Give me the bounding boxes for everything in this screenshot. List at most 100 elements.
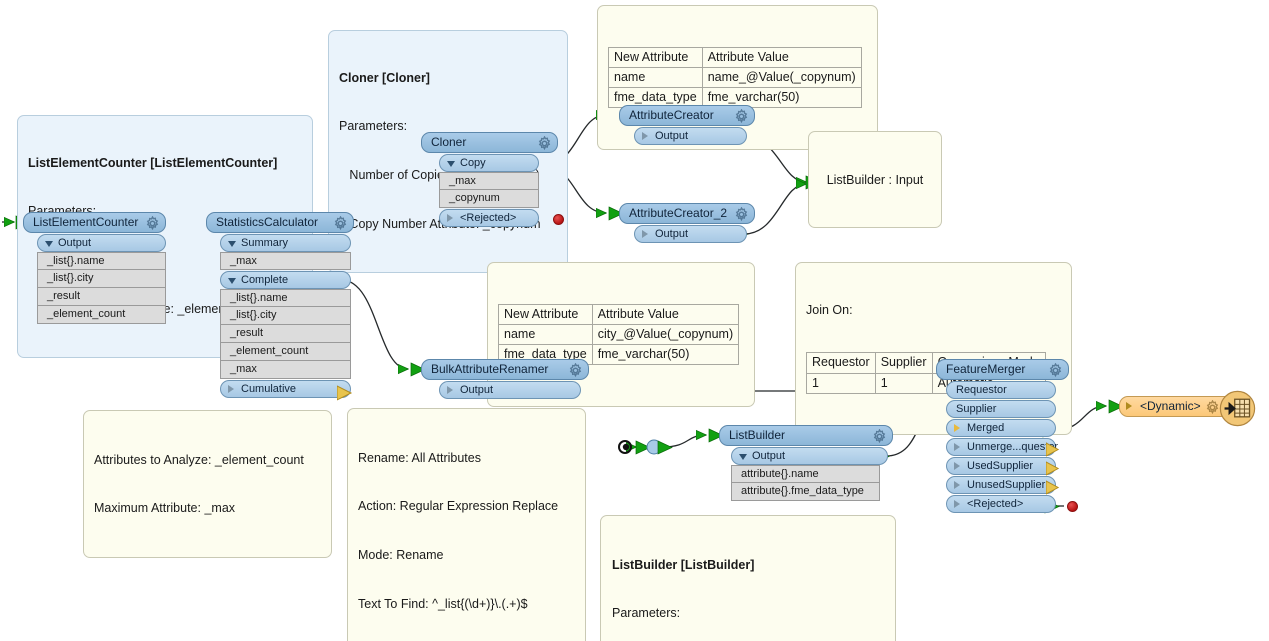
port-output[interactable]: Output bbox=[37, 234, 166, 252]
port-output[interactable]: Output bbox=[634, 127, 747, 145]
table-cell: 1 bbox=[806, 372, 876, 394]
attribute-row: _max bbox=[220, 361, 351, 379]
table-cell: city_@Value(_copynum) bbox=[591, 323, 740, 346]
chevron-right-icon bbox=[228, 385, 234, 393]
node-title: <Dynamic> bbox=[1140, 399, 1201, 413]
gear-icon[interactable] bbox=[734, 207, 749, 222]
attribute-label: attribute{}.name bbox=[741, 468, 819, 480]
node-header[interactable]: AttributeCreator_2 bbox=[619, 203, 755, 224]
port-cumulative[interactable]: Cumulative bbox=[220, 380, 351, 398]
attribute-label: _list{}.city bbox=[230, 309, 277, 321]
attribute-row: attribute{}.fme_data_type bbox=[731, 483, 880, 501]
gear-icon[interactable] bbox=[734, 109, 749, 124]
port-requestor[interactable]: Requestor bbox=[946, 381, 1056, 399]
table-header-cell: Requestor bbox=[806, 352, 876, 374]
node-header[interactable]: ListBuilder bbox=[719, 425, 893, 446]
node-header[interactable]: AttributeCreator bbox=[619, 105, 755, 126]
gear-icon[interactable] bbox=[1048, 363, 1063, 378]
node-cloner[interactable]: Cloner Copy _max _copynum <Rejected> bbox=[421, 132, 558, 227]
attribute-row: _element_count bbox=[37, 306, 166, 324]
node-attribute-creator[interactable]: AttributeCreator Output bbox=[619, 105, 755, 145]
rejected-terminator-feature-merger bbox=[1067, 501, 1078, 512]
port-label: <Rejected> bbox=[967, 498, 1024, 510]
attribute-label: _max bbox=[230, 255, 257, 267]
port-label: <Rejected> bbox=[460, 212, 517, 224]
annotation-title: ListElementCounter [ListElementCounter] bbox=[28, 155, 278, 170]
node-header[interactable]: ListElementCounter bbox=[23, 212, 166, 233]
gear-icon[interactable] bbox=[537, 136, 552, 151]
node-header[interactable]: FeatureMerger bbox=[936, 359, 1069, 380]
node-bulk-attribute-renamer[interactable]: BulkAttributeRenamer Output bbox=[421, 359, 589, 399]
attribute-row: _max bbox=[439, 172, 539, 190]
table-cell: name bbox=[608, 66, 703, 89]
attribute-row: _list{}.name bbox=[37, 252, 166, 270]
port-rejected[interactable]: <Rejected> bbox=[439, 209, 539, 227]
attribute-row: attribute{}.name bbox=[731, 465, 880, 483]
port-unused-supplier[interactable]: UnusedSupplier bbox=[946, 476, 1056, 494]
annotation-line: Mode: Rename bbox=[358, 548, 444, 562]
port-merged[interactable]: Merged bbox=[946, 419, 1056, 437]
node-header[interactable]: Cloner bbox=[421, 132, 558, 153]
port-output[interactable]: Output bbox=[634, 225, 747, 243]
gear-icon[interactable] bbox=[568, 363, 583, 378]
chevron-right-icon bbox=[447, 386, 453, 394]
port-complete[interactable]: Complete bbox=[220, 271, 351, 289]
port-unmerged-requestor[interactable]: Unmerge...questor bbox=[946, 438, 1058, 456]
port-label: UsedSupplier bbox=[967, 460, 1034, 472]
table-cell: name bbox=[498, 323, 593, 346]
annotation-title: ListBuilder [ListBuilder] bbox=[612, 557, 755, 572]
unmerged-requestor-output-arrow-icon bbox=[1046, 442, 1060, 457]
node-attribute-creator-2[interactable]: AttributeCreator_2 Output bbox=[619, 203, 755, 243]
gear-icon[interactable] bbox=[333, 216, 348, 231]
port-label: Output bbox=[655, 130, 689, 142]
table-header-cell: Attribute Value bbox=[701, 46, 862, 68]
port-supplier[interactable]: Supplier bbox=[946, 400, 1056, 418]
chevron-right-icon bbox=[954, 424, 960, 432]
node-header[interactable]: BulkAttributeRenamer bbox=[421, 359, 589, 380]
port-used-supplier[interactable]: UsedSupplier bbox=[946, 457, 1056, 475]
node-title: StatisticsCalculator bbox=[216, 215, 319, 229]
gear-icon[interactable] bbox=[1205, 400, 1220, 415]
gear-icon[interactable] bbox=[145, 216, 160, 231]
node-title: BulkAttributeRenamer bbox=[431, 362, 549, 376]
table-header-cell: New Attribute bbox=[498, 303, 593, 325]
table-header-row: New Attribute Attribute Value bbox=[608, 46, 862, 68]
port-rejected[interactable]: <Rejected> bbox=[946, 495, 1056, 513]
port-label: Summary bbox=[241, 237, 289, 249]
node-title: FeatureMerger bbox=[946, 362, 1026, 376]
port-label: Requestor bbox=[956, 384, 1007, 396]
table-cell: 1 bbox=[874, 372, 933, 394]
workspace-canvas: ListElementCounter [ListElementCounter] … bbox=[0, 0, 1269, 641]
port-label: Cumulative bbox=[241, 383, 297, 395]
port-summary[interactable]: Summary bbox=[220, 234, 351, 252]
attribute-row: _copynum bbox=[439, 190, 539, 208]
node-dynamic-writer[interactable]: <Dynamic> bbox=[1119, 390, 1256, 427]
attribute-label: _element_count bbox=[230, 345, 309, 357]
annotation-line: Action: Regular Expression Replace bbox=[358, 499, 559, 514]
gear-icon[interactable] bbox=[872, 429, 887, 444]
port-label: Supplier bbox=[956, 403, 997, 415]
table-row: name name_@Value(_copynum) bbox=[608, 66, 862, 89]
cumulative-output-arrow-icon bbox=[337, 385, 353, 401]
node-statistics-calculator[interactable]: StatisticsCalculator Summary _max Comple… bbox=[206, 212, 354, 401]
unused-supplier-output-arrow-icon bbox=[1046, 480, 1060, 495]
attribute-label: _max bbox=[449, 175, 476, 187]
port-output[interactable]: Output bbox=[439, 381, 581, 399]
node-list-builder[interactable]: ListBuilder Output attribute{}.name attr… bbox=[719, 425, 893, 501]
chevron-down-icon bbox=[228, 278, 236, 284]
port-label: Output bbox=[655, 228, 689, 240]
attribute-label: _element_count bbox=[47, 308, 126, 320]
table-cell: fme_varchar(50) bbox=[591, 343, 740, 366]
chevron-right-icon bbox=[954, 462, 960, 470]
node-feature-merger[interactable]: FeatureMerger Requestor Supplier Merged … bbox=[936, 359, 1069, 513]
port-output[interactable]: Output bbox=[731, 447, 888, 465]
node-title: AttributeCreator bbox=[629, 108, 714, 122]
writer-dataset-icon[interactable] bbox=[1219, 390, 1256, 427]
attribute-row: _result bbox=[220, 325, 351, 343]
annotation-line: Attributes to Analyze: _element_count bbox=[94, 452, 304, 467]
node-list-element-counter[interactable]: ListElementCounter Output _list{}.name _… bbox=[23, 212, 166, 324]
annotation-line: Maximum Attribute: _max bbox=[94, 501, 236, 516]
chevron-right-icon bbox=[642, 230, 648, 238]
port-copy[interactable]: Copy bbox=[439, 154, 539, 172]
node-header[interactable]: StatisticsCalculator bbox=[206, 212, 354, 233]
